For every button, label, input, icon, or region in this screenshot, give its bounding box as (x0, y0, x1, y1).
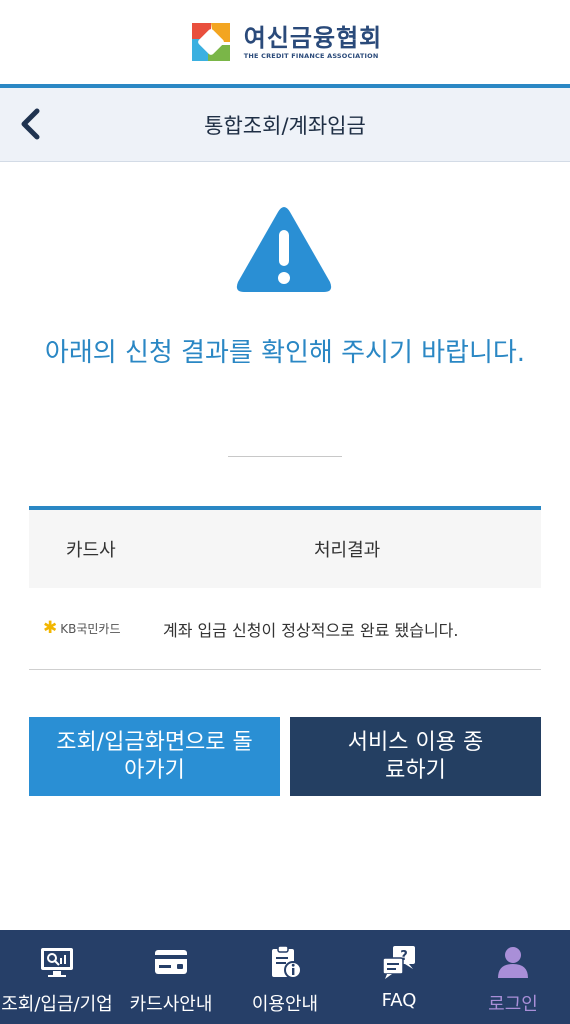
nav-item-faq[interactable]: ? FAQ (342, 930, 456, 1024)
bottom-nav: 조회/입금/기업 카드사안내 이용안내 ? FAQ 로그인 (0, 930, 570, 1024)
faq-chat-icon: ? (382, 946, 415, 979)
kb-star-icon: ✱ (43, 618, 58, 638)
result-table: 카드사 처리결과 ✱ KB국민카드 계좌 입금 신청이 정상적으로 완료 됐습니… (29, 506, 541, 670)
nav-item-inquiry[interactable]: 조회/입금/기업 (0, 930, 114, 1024)
return-button-label: 조회/입금화면으로 돌아가기 (56, 729, 253, 783)
nav-label-inquiry: 조회/입금/기업 (1, 994, 113, 1015)
column-header-card-company: 카드사 (66, 540, 116, 561)
result-text: 계좌 입금 신청이 정상적으로 완료 됐습니다. (163, 620, 459, 640)
card-company-name: KB국민카드 (60, 622, 121, 636)
table-header: 카드사 처리결과 (29, 510, 541, 588)
divider (228, 456, 342, 457)
column-header-result: 처리결과 (314, 540, 381, 561)
end-service-button[interactable]: 서비스 이용 종료하기 (290, 717, 541, 796)
title-bar: 통합조회/계좌입금 (0, 84, 570, 162)
page-title: 통합조회/계좌입금 (204, 113, 366, 138)
nav-label-usage-guide: 이용안내 (251, 994, 319, 1015)
nav-label-card-companies: 카드사안내 (129, 994, 213, 1015)
table-row: ✱ KB국민카드 계좌 입금 신청이 정상적으로 완료 됐습니다. (29, 588, 541, 670)
credit-finance-logo-icon (191, 23, 230, 61)
result-message: 아래의 신청 결과를 확인해 주시기 바랍니다. (44, 338, 526, 368)
end-button-label: 서비스 이용 종료하기 (347, 729, 484, 783)
nav-label-login: 로그인 (488, 994, 538, 1015)
logo-subtitle: THE CREDIT FINANCE ASSOCIATION (243, 52, 379, 60)
back-button[interactable] (10, 102, 50, 146)
nav-item-card-companies[interactable]: 카드사안내 (114, 930, 228, 1024)
return-to-inquiry-button[interactable]: 조회/입금화면으로 돌아가기 (29, 717, 280, 796)
card-icon (155, 950, 187, 974)
warning-triangle-icon (236, 207, 332, 292)
search-monitor-icon (41, 948, 73, 977)
chevron-left-icon (21, 108, 40, 140)
nav-item-login[interactable]: 로그인 (456, 930, 570, 1024)
user-icon (498, 947, 528, 978)
nav-label-faq: FAQ (381, 990, 417, 1011)
nav-item-usage-guide[interactable]: 이용안내 (228, 930, 342, 1024)
kb-card-logo: ✱ KB국민카드 (29, 620, 159, 637)
clipboard-info-icon (272, 945, 302, 979)
logo-title: 여신금융협회 (243, 24, 383, 52)
logo-text: 여신금융협회 THE CREDIT FINANCE ASSOCIATION (244, 24, 382, 60)
logo-header: 여신금융협회 THE CREDIT FINANCE ASSOCIATION (0, 0, 570, 84)
